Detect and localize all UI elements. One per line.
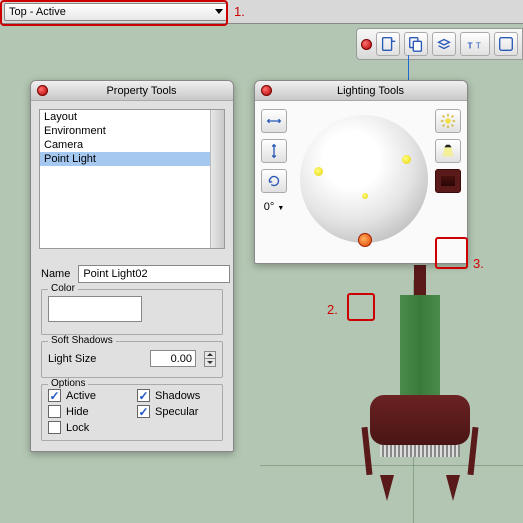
panel-titlebar[interactable]: Lighting Tools: [255, 81, 467, 101]
callout-number-1: 1.: [234, 4, 245, 19]
record-dot-icon: [361, 39, 372, 50]
lighting-sphere[interactable]: [300, 115, 428, 243]
checkbox-icon: [48, 389, 61, 402]
list-item-selected[interactable]: Point Light: [40, 152, 224, 166]
property-tools-panel: Property Tools Layout Environment Camera…: [30, 80, 234, 452]
option-hide[interactable]: Hide: [48, 405, 127, 418]
panel-titlebar[interactable]: Property Tools: [31, 81, 233, 101]
toolbar-btn-shape[interactable]: [494, 32, 518, 56]
close-icon[interactable]: [37, 85, 48, 96]
callout-number-2: 2.: [327, 302, 338, 317]
scene-object-lamp[interactable]: [360, 265, 480, 523]
property-list[interactable]: Layout Environment Camera Point Light: [39, 109, 225, 249]
checkbox-icon: [48, 421, 61, 434]
callout-number-3: 3.: [473, 256, 484, 271]
light-color-swatch[interactable]: [435, 169, 461, 193]
light-point-center[interactable]: [362, 193, 368, 199]
stepper-down[interactable]: [204, 359, 216, 367]
option-active[interactable]: Active: [48, 389, 127, 402]
option-specular[interactable]: Specular: [137, 405, 216, 418]
options-label: Options: [48, 378, 88, 389]
stepper-up[interactable]: [204, 351, 216, 359]
close-icon[interactable]: [261, 85, 272, 96]
move-vertical-button[interactable]: [261, 139, 287, 163]
spot-light-button[interactable]: [435, 139, 461, 163]
panel-title: Lighting Tools: [280, 85, 461, 97]
sun-light-button[interactable]: [435, 109, 461, 133]
view-dropdown-value: Top - Active: [9, 6, 66, 18]
color-label: Color: [48, 283, 78, 294]
scrollbar[interactable]: [210, 110, 224, 248]
color-swatch[interactable]: [48, 296, 142, 322]
top-toolbar: TT: [356, 28, 523, 60]
list-item[interactable]: Layout: [40, 110, 224, 124]
rotate-button[interactable]: [261, 169, 287, 193]
lighting-tools-panel: Lighting Tools 0° ▼: [254, 80, 468, 264]
checkbox-icon: [48, 405, 61, 418]
checkbox-icon: [137, 405, 150, 418]
option-shadows[interactable]: Shadows: [137, 389, 216, 402]
view-dropdown[interactable]: Top - Active: [4, 3, 228, 21]
svg-text:T: T: [468, 42, 473, 51]
light-point-yellow[interactable]: [314, 167, 323, 176]
svg-text:T: T: [476, 42, 481, 51]
list-item[interactable]: Environment: [40, 124, 224, 138]
light-size-input[interactable]: [150, 350, 196, 367]
light-point-yellow[interactable]: [402, 155, 411, 164]
light-point-selected[interactable]: [358, 233, 372, 247]
soft-shadows-label: Soft Shadows: [48, 335, 116, 346]
checkbox-icon: [137, 389, 150, 402]
list-item[interactable]: Camera: [40, 138, 224, 152]
toolbar-btn-layers[interactable]: [432, 32, 456, 56]
panel-title: Property Tools: [56, 85, 227, 97]
name-label: Name: [41, 268, 70, 280]
toolbar-btn-document[interactable]: [376, 32, 400, 56]
light-size-label: Light Size: [48, 353, 96, 365]
name-input[interactable]: [78, 265, 230, 283]
chevron-down-icon: [215, 9, 223, 14]
move-horizontal-button[interactable]: [261, 109, 287, 133]
rotation-value: 0° ▼: [261, 201, 287, 213]
toolbar-btn-copy[interactable]: [404, 32, 428, 56]
toolbar-btn-text[interactable]: TT: [460, 32, 490, 56]
option-lock[interactable]: Lock: [48, 421, 127, 434]
